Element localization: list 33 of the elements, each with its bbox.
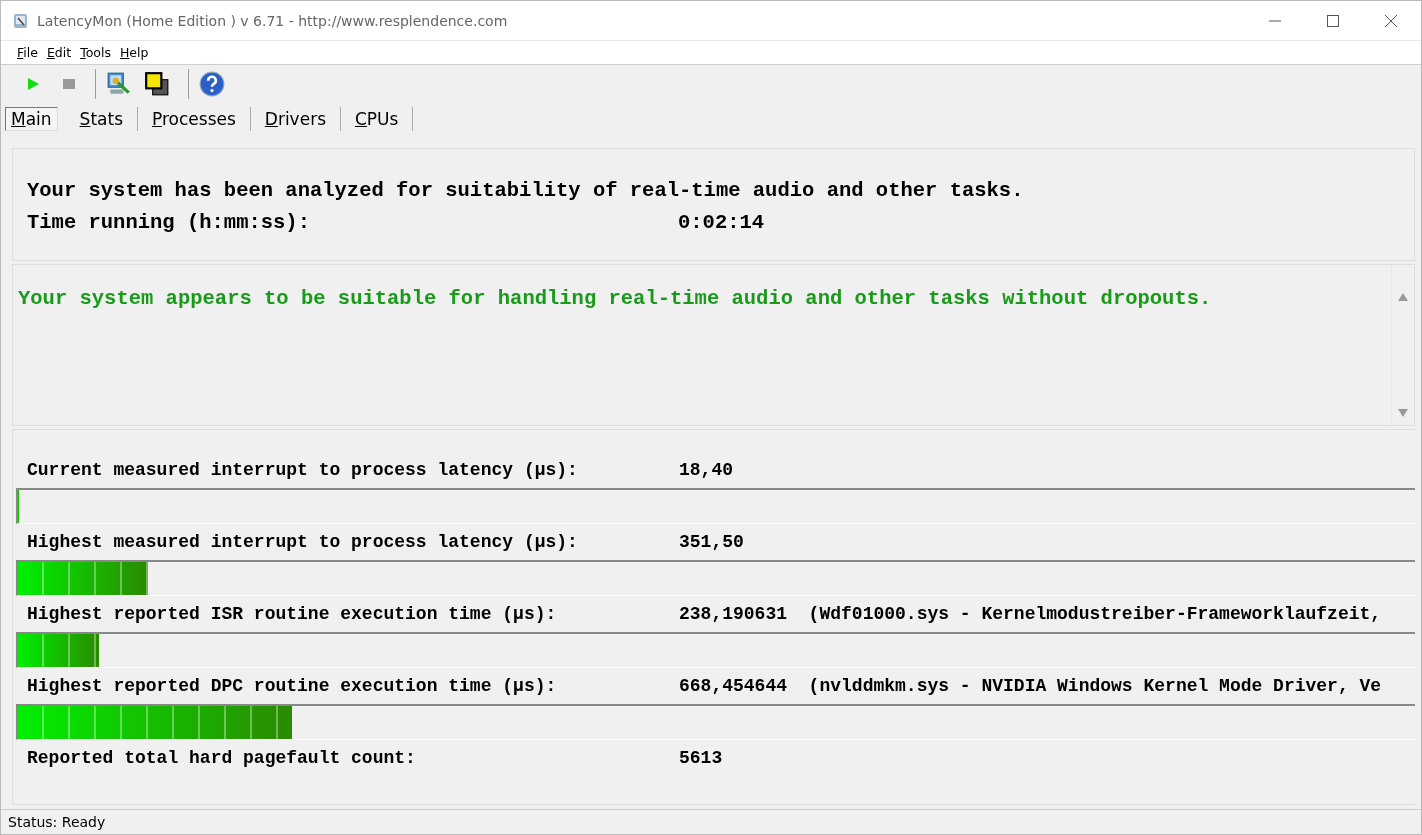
measurement-label: Current measured interrupt to process latency (µs): xyxy=(27,460,579,480)
app-icon xyxy=(13,12,29,29)
measurement-value: 351,50 xyxy=(679,532,744,552)
computer-icon[interactable] xyxy=(106,70,132,97)
tab[interactable]: Stats xyxy=(65,107,138,131)
measurement-label: Highest measured interrupt to process latency (µs): xyxy=(27,532,579,552)
verdict-text: Your system appears to be suitable for handling real-time audio and other tasks without dropouts. xyxy=(17,286,1213,312)
time-value: 0:02:14 xyxy=(678,210,765,236)
measurement-value: 668,454644 (nvlddmkm.sys - NVIDIA Windows Kernel Mode Driver, Ve xyxy=(679,676,1382,696)
play-icon[interactable] xyxy=(25,75,41,92)
tab[interactable]: Drivers xyxy=(250,107,341,131)
window-title: LatencyMon (Home Edition ) v 6.71 - http://www.resplendence.com xyxy=(37,12,508,29)
scroll-down-icon[interactable] xyxy=(1398,409,1408,417)
menu-item[interactable]: File xyxy=(17,45,38,60)
menu-item[interactable]: Help xyxy=(119,45,149,60)
measurement-value: 238,190631 (Wdf01000.sys - Kernelmodustreiber-Frameworklaufzeit, xyxy=(679,604,1382,624)
help-icon[interactable] xyxy=(199,70,225,97)
menu-item[interactable]: Tools xyxy=(80,45,111,60)
measurement-label: Highest reported ISR routine execution time (µs): xyxy=(27,604,558,624)
tab[interactable]: CPUs xyxy=(341,107,414,131)
menu-item[interactable]: Edit xyxy=(46,45,72,60)
time-label: Time running (h:mm:ss): xyxy=(27,210,311,236)
measurement-value: 18,40 xyxy=(679,460,733,480)
measurement-value: 5613 xyxy=(679,748,723,768)
status-bar: Status: Ready xyxy=(1,809,1421,834)
summary-heading: Your system has been analyzed for suitability of real-time audio and other tasks. xyxy=(27,178,1025,204)
tab[interactable]: Processes xyxy=(138,107,251,131)
measurement-label: Highest reported DPC routine execution time (µs): xyxy=(27,676,558,696)
close-icon[interactable] xyxy=(1385,14,1397,27)
scroll-up-icon[interactable] xyxy=(1398,293,1408,301)
maximize-icon[interactable] xyxy=(1327,14,1339,27)
tab[interactable]: Main xyxy=(5,107,58,131)
measurement-label: Reported total hard pagefault count: xyxy=(27,748,417,768)
